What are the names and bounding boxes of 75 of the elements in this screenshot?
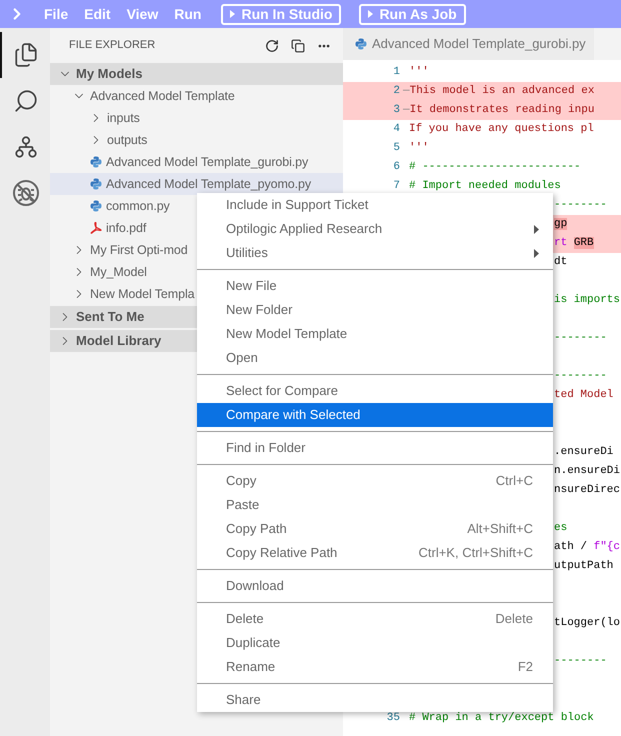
code-line: # Wrap in a try/except block bbox=[409, 711, 594, 726]
code-line: utputPath bbox=[554, 559, 614, 574]
menu-item[interactable]: Utilities bbox=[197, 241, 553, 265]
menu-item[interactable]: New File bbox=[197, 274, 553, 298]
collapse-icon[interactable] bbox=[291, 38, 305, 52]
code-line: —This model is an advanced ex bbox=[403, 84, 594, 100]
menu-item[interactable]: Compare with Selected bbox=[197, 403, 553, 427]
line-number: 35 bbox=[386, 711, 400, 726]
editor-tab[interactable]: Advanced Model Template_gurobi.py bbox=[343, 28, 594, 60]
code-line: —It demonstrates reading inpu bbox=[403, 103, 594, 118]
tree-item[interactable]: Advanced Model Template_pyomo.py bbox=[50, 173, 343, 195]
shortcut: Ctrl+K, Ctrl+Shift+C bbox=[418, 544, 533, 562]
menu-item[interactable]: Include in Support Ticket bbox=[197, 193, 553, 217]
pdf-icon bbox=[90, 222, 102, 234]
menu-item[interactable]: Share bbox=[197, 688, 553, 712]
play-icon bbox=[368, 10, 374, 18]
menu-item[interactable]: Duplicate bbox=[197, 631, 553, 655]
line-number: 7 bbox=[392, 179, 400, 194]
no-bug-icon[interactable] bbox=[12, 179, 40, 207]
menu-item[interactable]: Paste bbox=[197, 493, 553, 517]
code-line: rt GRB bbox=[554, 236, 594, 252]
code-line: tLogger(lo bbox=[554, 616, 620, 632]
branch-icon[interactable] bbox=[13, 134, 39, 160]
shortcut: Ctrl+C bbox=[496, 472, 533, 490]
line-number: 5 bbox=[392, 141, 400, 156]
code-line: n.ensureDi bbox=[554, 464, 620, 480]
code-line: .ensureDi bbox=[554, 445, 614, 460]
menu-item[interactable]: Copy Path Alt+Shift+C bbox=[197, 517, 553, 541]
code-line: -------- bbox=[554, 198, 607, 214]
shortcut: Delete bbox=[495, 610, 533, 628]
tree-item[interactable]: outputs bbox=[50, 129, 343, 151]
line-number: 4 bbox=[392, 122, 400, 138]
python-icon bbox=[90, 156, 102, 168]
section-header[interactable]: My Models bbox=[50, 63, 343, 85]
menu-item[interactable]: Download bbox=[197, 574, 553, 598]
code-line: nsureDirec bbox=[554, 483, 620, 498]
line-number: 3 bbox=[392, 103, 400, 118]
shortcut: Alt+Shift+C bbox=[467, 520, 533, 538]
tree-item[interactable]: Advanced Model Template_gurobi.py bbox=[50, 151, 343, 173]
menu-item[interactable]: Copy Relative Path Ctrl+K, Ctrl+Shift+C bbox=[197, 541, 553, 565]
code-line: es bbox=[554, 521, 568, 536]
code-line: -------- bbox=[554, 331, 607, 346]
line-number: 1 bbox=[392, 65, 400, 80]
menu-item[interactable]: Select for Compare bbox=[197, 379, 553, 403]
python-icon bbox=[90, 178, 102, 190]
code-line: ath / f"{c bbox=[554, 540, 620, 556]
submenu-arrow-icon bbox=[534, 248, 539, 258]
line-number: 6 bbox=[392, 160, 400, 176]
python-icon bbox=[355, 38, 367, 50]
code-line: ''' bbox=[409, 141, 429, 156]
code-line: is imports bbox=[554, 293, 620, 308]
menu-item[interactable]: Rename F2 bbox=[197, 655, 553, 679]
menu-item[interactable]: Optilogic Applied Research bbox=[197, 217, 553, 241]
tree-item[interactable]: Advanced Model Template bbox=[50, 85, 343, 107]
menu-item[interactable]: Delete Delete bbox=[197, 607, 553, 631]
code-line: dt bbox=[554, 255, 568, 270]
tree-item[interactable]: inputs bbox=[50, 107, 343, 129]
code-line: # ------------------------ bbox=[409, 160, 581, 176]
menu-item[interactable]: Copy Ctrl+C bbox=[197, 469, 553, 493]
code-line: -------- bbox=[554, 369, 607, 384]
search-icon[interactable] bbox=[13, 88, 39, 114]
code-line: If you have any questions pl bbox=[409, 122, 594, 138]
menu-item[interactable]: Find in Folder bbox=[197, 436, 553, 460]
shortcut: F2 bbox=[518, 658, 533, 676]
panel-title: FILE EXPLORER bbox=[69, 38, 156, 54]
code-line: ''' bbox=[409, 65, 429, 80]
python-icon bbox=[90, 200, 102, 212]
submenu-arrow-icon bbox=[534, 224, 539, 234]
play-icon bbox=[230, 10, 236, 18]
code-line: # Import needed modules bbox=[409, 179, 561, 194]
line-number: 2 bbox=[392, 84, 400, 100]
files-icon[interactable] bbox=[13, 42, 39, 68]
refresh-icon[interactable] bbox=[265, 38, 279, 52]
code-line: ted Model bbox=[554, 388, 614, 404]
code-line: -------- bbox=[554, 654, 607, 670]
